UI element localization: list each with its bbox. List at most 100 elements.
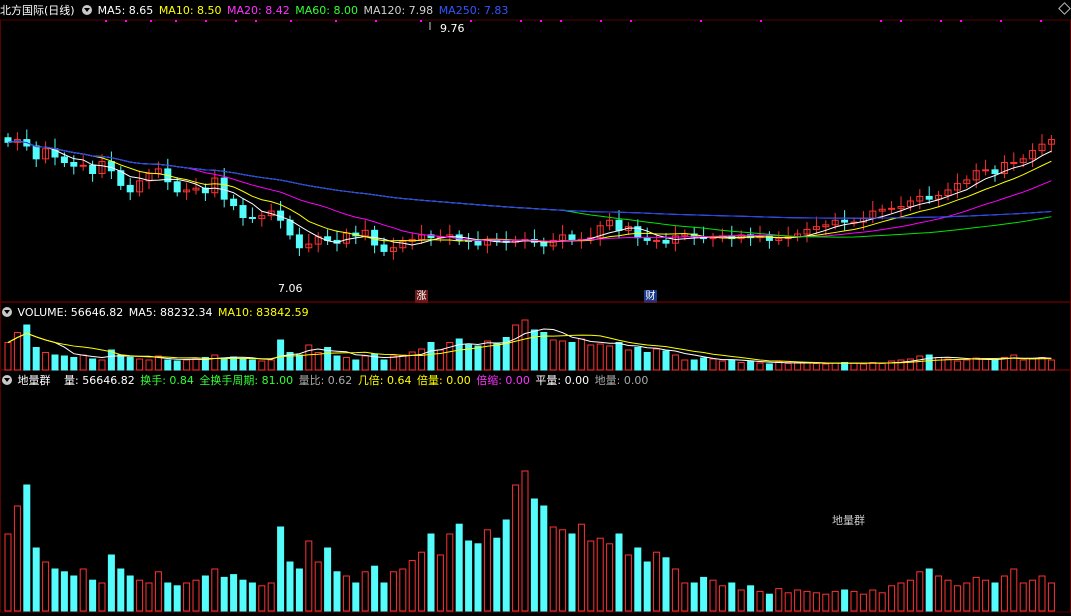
volume-bar: [624, 349, 632, 371]
volume-bar: [173, 360, 181, 371]
candle-down: [70, 162, 78, 167]
indicator-bar: [596, 537, 604, 612]
indicator-bar: [220, 576, 228, 612]
volume-bar: [615, 342, 623, 371]
indicator-bar: [502, 519, 510, 612]
volume-bar: [42, 352, 50, 371]
top-dot: [560, 20, 562, 22]
indicator-bar: [418, 551, 426, 612]
indicator-bar: [79, 568, 87, 612]
volume-bar: [662, 350, 670, 371]
volume-bar: [540, 332, 548, 371]
volume-bar: [521, 319, 529, 371]
candle-down: [220, 177, 228, 200]
indicator-bar: [352, 582, 360, 612]
candle-down: [925, 195, 933, 200]
indicator-bar: [662, 557, 670, 612]
candle-down: [32, 145, 40, 160]
indicator-bar: [681, 582, 689, 612]
ma-lines-group: [7, 140, 1052, 246]
volume-bar: [427, 342, 435, 371]
volume-bar: [183, 359, 191, 371]
volume-bar: [23, 324, 31, 371]
top-dot: [335, 20, 337, 22]
indicator-bar: [13, 505, 21, 612]
ma20-line: [7, 140, 1052, 242]
top-dot: [630, 20, 632, 22]
volume-bar: [775, 361, 783, 371]
volume-bar: [389, 355, 397, 371]
volume-bar: [305, 344, 313, 371]
volume-bar: [239, 358, 247, 371]
volume-bar: [1047, 359, 1055, 371]
indicator-bar: [615, 533, 623, 612]
volume-bar: [258, 360, 266, 371]
candle-down: [380, 244, 388, 252]
volume-bar: [587, 344, 595, 371]
indicator-bar: [972, 576, 980, 612]
volume-bar: [568, 342, 576, 371]
volume-bar: [211, 354, 219, 371]
volume-bar: [935, 357, 943, 371]
candle-up: [653, 239, 661, 242]
volume-bar: [690, 359, 698, 371]
top-dot: [235, 20, 237, 22]
indicator-bar: [577, 523, 585, 612]
indicator-bar: [324, 547, 332, 612]
volume-bar: [549, 339, 557, 371]
indicator-bar: [295, 568, 303, 612]
indicator-bar: [277, 526, 285, 612]
indicator-bar: [822, 593, 830, 612]
top-dot: [175, 20, 177, 22]
indicator-bar: [333, 571, 341, 612]
candle-down: [991, 169, 999, 174]
volume-bar: [747, 360, 755, 371]
indicator-bar: [747, 585, 755, 612]
low-price-label: 7.06: [278, 282, 303, 295]
volume-bar: [361, 355, 369, 371]
indicator-bar: [136, 579, 144, 612]
indicator-bar: [530, 498, 538, 612]
indicator-bar: [794, 589, 802, 612]
candle-down: [248, 217, 256, 219]
indicator-bar: [305, 540, 313, 612]
indicator-bar: [737, 589, 745, 612]
indicator-bar: [568, 533, 576, 612]
indicator-bar: [371, 565, 379, 612]
volume-bar: [596, 343, 604, 371]
volume-bar: [192, 358, 200, 371]
volume-bar: [822, 363, 830, 371]
candle-up: [982, 169, 990, 172]
indicator-bar: [248, 582, 256, 612]
indicator-bar: [925, 568, 933, 612]
candle-down: [662, 239, 670, 244]
indicator-bar: [145, 582, 153, 612]
volume-bar: [831, 362, 839, 371]
indicator-bar: [653, 551, 661, 612]
volume-bar: [136, 358, 144, 371]
indicator-bar: [878, 592, 886, 612]
indicator-bar: [897, 582, 905, 612]
indicator-bar: [671, 568, 679, 612]
volume-bar: [991, 359, 999, 371]
indicator-bar: [812, 592, 820, 612]
indicator-bar: [314, 561, 322, 612]
indicator-bar: [944, 579, 952, 612]
ma5-line: [7, 140, 1052, 246]
volume-bar: [953, 360, 961, 371]
indicator-bar: [634, 547, 642, 612]
volume-bar: [98, 359, 106, 371]
volume-bar: [972, 357, 980, 371]
indicator-bar: [869, 589, 877, 612]
volume-bar: [4, 342, 12, 371]
indicator-bar: [850, 590, 858, 612]
volume-bar: [606, 345, 614, 371]
indicator-bar: [765, 593, 773, 612]
candle-down: [230, 198, 238, 207]
top-dot: [375, 20, 377, 22]
volume-bar: [812, 363, 820, 371]
volume-bar: [493, 343, 501, 371]
indicator-bar: [465, 540, 473, 612]
volume-bar: [709, 358, 717, 371]
volume-bar: [963, 359, 971, 371]
